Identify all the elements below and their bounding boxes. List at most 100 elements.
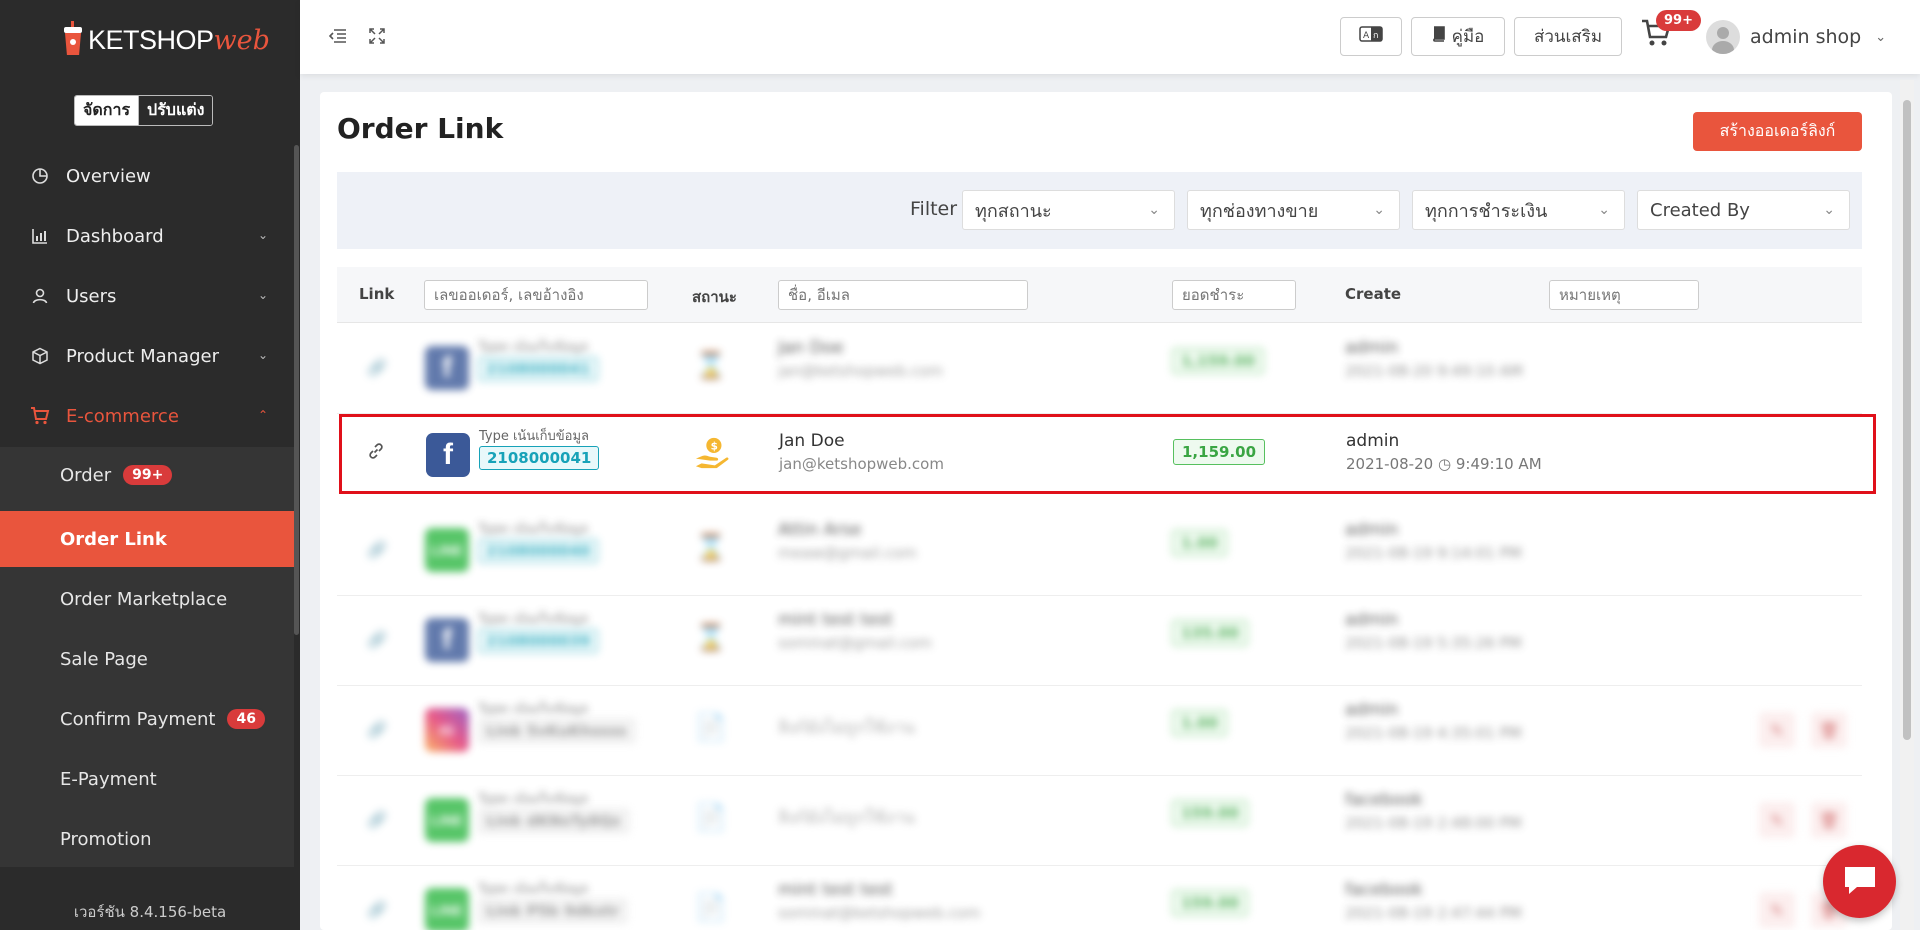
page-title: Order Link [337, 112, 504, 145]
table-row[interactable]: 🔗 LINE Type เน้นเก็บข้อมูล Link dKNsTy8Q… [337, 776, 1862, 866]
link-icon[interactable]: 🔗 [367, 540, 387, 559]
creator-name: admin [1345, 520, 1399, 540]
type-label: Type เน้นเก็บข้อมูล [478, 340, 589, 355]
book-icon [1432, 26, 1446, 47]
submenu-item-order[interactable]: Order 99+ [0, 447, 294, 503]
amount-search-input[interactable] [1172, 280, 1296, 310]
submenu-item-label: E-Payment [60, 768, 157, 790]
channel-filter-select[interactable]: ทุกช่องทางขาย ⌄ [1187, 190, 1400, 230]
page-scrollbar[interactable] [1900, 80, 1914, 930]
mode-manage-button[interactable]: จัดการ [75, 96, 139, 125]
order-number[interactable]: 2108000040 [478, 539, 599, 563]
order-search-input[interactable] [424, 280, 648, 310]
submenu-item-order-link[interactable]: Order Link [0, 511, 294, 567]
submenu-item-label: Order [60, 464, 112, 486]
main-card: Order Link สร้างออเดอร์ลิงก์ Filter ทุกส… [320, 92, 1892, 930]
submenu-item-sale-page[interactable]: Sale Page [0, 631, 294, 687]
edit-icon[interactable]: ✎ [1759, 802, 1795, 838]
order-number[interactable]: 2108000039 [478, 629, 599, 653]
sidebar-item-product-manager[interactable]: Product Manager ⌄ [0, 328, 294, 384]
bar-chart-icon [30, 226, 50, 246]
svg-text:ก: ก [1373, 31, 1378, 41]
type-label: Type เน้นเก็บข้อมูล [478, 792, 589, 807]
amount-badge: 159.00 [1172, 890, 1248, 916]
manual-button[interactable]: คู่มือ [1411, 17, 1505, 56]
creator-name: admin [1345, 338, 1399, 358]
sidebar-scrollbar[interactable] [294, 145, 299, 635]
payment-filter-select[interactable]: ทุกการชำระเงิน ⌄ [1412, 190, 1625, 230]
ketshop-logo[interactable]: KETSHOP web [62, 20, 270, 60]
box-icon [30, 346, 50, 366]
sidebar-item-overview[interactable]: Overview [0, 148, 294, 204]
link-icon[interactable] [368, 443, 384, 463]
status-filter-value: ทุกสถานะ [975, 200, 1052, 222]
ecommerce-submenu: Order 99+ Order Link Order Marketplace S… [0, 447, 294, 867]
logo-suffix: web [213, 24, 270, 56]
sidebar-item-users[interactable]: Users ⌄ [0, 268, 294, 324]
created-by-filter-select[interactable]: Created By ⌄ [1637, 190, 1850, 230]
customer-name: ลิงก์ยังไม่ถูกใช้งาน [778, 718, 915, 738]
submenu-item-order-marketplace[interactable]: Order Marketplace [0, 571, 294, 627]
sidebar-item-ecommerce[interactable]: E-commerce ⌃ [0, 388, 294, 444]
link-icon[interactable]: 🔗 [367, 358, 387, 377]
created-date: 2021-08-19 9:14:01 PM [1345, 544, 1522, 562]
sidebar-item-dashboard[interactable]: Dashboard ⌄ [0, 208, 294, 264]
svg-text:A: A [1363, 31, 1370, 41]
link-icon[interactable]: 🔗 [367, 630, 387, 649]
customer-search-input[interactable] [778, 280, 1028, 310]
translate-icon: Aก [1359, 26, 1383, 47]
svg-text:$: $ [711, 441, 718, 453]
column-header-status: สถานะ [692, 288, 737, 306]
order-number[interactable]: 2108000041 [478, 357, 599, 381]
customer-email: jan@ketshopweb.com [778, 362, 943, 380]
chat-bubble-icon [1841, 863, 1879, 901]
chevron-down-icon: ⌄ [1373, 202, 1385, 218]
link-icon[interactable]: 🔗 [367, 900, 387, 919]
customer-name: mint test test [778, 610, 893, 630]
table-row[interactable]: 🔗 LINE Type เน้นเก็บข้อมูล 2108000040 ⌛ … [337, 506, 1862, 596]
amount-badge: 1.00 [1172, 710, 1228, 736]
order-number[interactable]: 2108000041 [479, 446, 600, 470]
version-text: เวอร์ชัน 8.4.156-beta [73, 903, 227, 921]
topbar: Aก คู่มือ ส่วนเสริม 99+ admin shop ⌄ [300, 0, 1920, 74]
table-row[interactable]: 🔗 LINE Type เน้นเก็บข้อมูล Link P5b 9dkx… [337, 866, 1862, 930]
amount-badge: 135.00 [1172, 620, 1248, 646]
table-row[interactable]: 🔗 f Type เน้นเก็บข้อมูล 2108000041 ⌛ Jan… [337, 324, 1862, 414]
order-number[interactable]: Link dKNsTy8Qz [478, 809, 629, 833]
table-header: Link สถานะ Create [337, 267, 1862, 323]
page-scrollbar-thumb[interactable] [1903, 100, 1911, 740]
table-row-highlighted[interactable]: f Type เน้นเก็บข้อมูล 2108000041 $ Jan D… [339, 414, 1876, 494]
table-row[interactable]: 🔗 f Type เน้นเก็บข้อมูล 2108000039 ⌛ min… [337, 596, 1862, 686]
addons-button[interactable]: ส่วนเสริม [1514, 17, 1622, 56]
submenu-item-promotion[interactable]: Promotion [0, 811, 294, 867]
filter-label: Filter [910, 198, 958, 220]
edit-icon[interactable]: ✎ [1759, 712, 1795, 748]
customer-name: mint test test [778, 880, 893, 900]
submenu-item-e-payment[interactable]: E-Payment [0, 751, 294, 807]
note-search-input[interactable] [1549, 280, 1699, 310]
table-row[interactable]: 🔗 IG Type เน้นเก็บข้อมูล Link 5vKuKhssss… [337, 686, 1862, 776]
created-date: 2021-08-19 2:47:44 PM [1345, 904, 1522, 922]
document-icon: 📄 [694, 713, 728, 743]
creator-name: admin [1345, 610, 1399, 630]
chat-button[interactable] [1823, 845, 1896, 918]
create-order-link-button[interactable]: สร้างออเดอร์ลิงก์ [1693, 112, 1862, 151]
user-menu[interactable]: admin shop ⌄ [1706, 20, 1886, 54]
mode-customize-button[interactable]: ปรับแต่ง [138, 96, 213, 125]
facebook-icon: f [426, 433, 470, 477]
creator-name: facebook [1345, 880, 1423, 900]
language-button[interactable]: Aก [1340, 17, 1402, 56]
trash-icon[interactable]: 🗑 [1811, 802, 1847, 838]
status-filter-select[interactable]: ทุกสถานะ ⌄ [962, 190, 1175, 230]
confirm-payment-count-badge: 46 [227, 709, 265, 729]
link-icon[interactable]: 🔗 [367, 720, 387, 739]
fullscreen-icon[interactable] [368, 26, 386, 50]
edit-icon[interactable]: ✎ [1759, 892, 1795, 928]
trash-icon[interactable]: 🗑 [1811, 712, 1847, 748]
collapse-sidebar-icon[interactable] [328, 26, 348, 50]
submenu-item-confirm-payment[interactable]: Confirm Payment 46 [0, 691, 294, 747]
customer-email: meaw@gmail.com [778, 544, 917, 562]
order-number[interactable]: Link P5b 9dkxtr [478, 899, 628, 923]
link-icon[interactable]: 🔗 [367, 810, 387, 829]
order-number[interactable]: Link 5vKuKhssss [478, 719, 635, 743]
